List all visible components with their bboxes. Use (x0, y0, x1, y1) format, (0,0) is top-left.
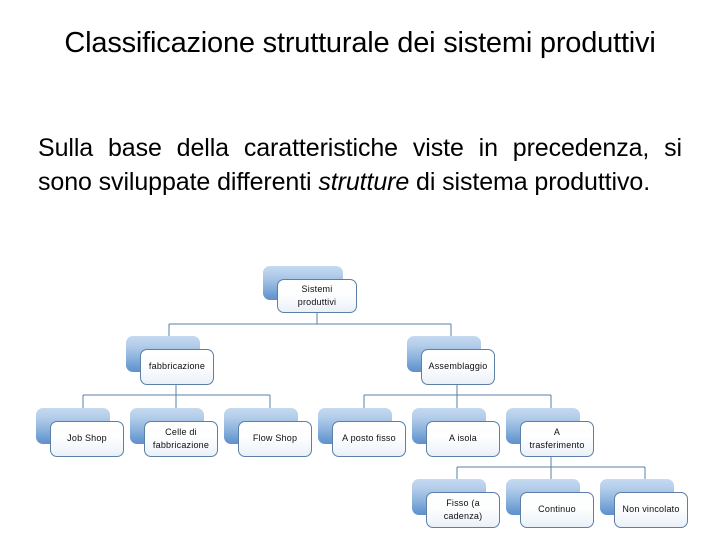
node-card: Assemblaggio (421, 349, 495, 385)
node-card: A posto fisso (332, 421, 406, 457)
node-a-posto-fisso[interactable]: A posto fisso (318, 408, 406, 457)
node-label: Sistemi produttivi (297, 283, 337, 307)
node-label: Flow Shop (252, 433, 298, 444)
node-card: Non vincolato (614, 492, 688, 528)
node-label: Celle di fabbricazione (152, 426, 210, 450)
node-card: A trasferimento (520, 421, 594, 457)
node-fabbricazione[interactable]: fabbricazione (126, 336, 214, 385)
node-label: Continuo (538, 504, 576, 515)
node-label: A trasferimento (529, 426, 585, 450)
node-a-isola[interactable]: A isola (412, 408, 500, 457)
node-label: Assemblaggio (428, 361, 488, 372)
node-sistemi-produttivi[interactable]: Sistemi produttivi (263, 266, 357, 313)
node-card: Sistemi produttivi (277, 279, 357, 313)
node-card: Fisso (a cadenza) (426, 492, 500, 528)
node-label: Non vincolato (622, 504, 680, 515)
node-card: Continuo (520, 492, 594, 528)
node-celle-di-fabbricazione[interactable]: Celle di fabbricazione (130, 408, 218, 457)
node-continuo[interactable]: Continuo (506, 479, 594, 528)
node-label: A posto fisso (342, 433, 396, 444)
org-chart-diagram: Sistemi produttivi fabbricazione Assembl… (0, 0, 720, 540)
node-assemblaggio[interactable]: Assemblaggio (407, 336, 495, 385)
node-flow-shop[interactable]: Flow Shop (224, 408, 312, 457)
node-card: A isola (426, 421, 500, 457)
node-card: Job Shop (50, 421, 124, 457)
node-label: fabbricazione (148, 361, 206, 372)
node-a-trasferimento[interactable]: A trasferimento (506, 408, 594, 457)
node-label: Fisso (a cadenza) (443, 497, 483, 521)
node-card: Celle di fabbricazione (144, 421, 218, 457)
node-job-shop[interactable]: Job Shop (36, 408, 124, 457)
connector-lines (82, 313, 646, 479)
node-label: A isola (449, 433, 477, 444)
node-card: Flow Shop (238, 421, 312, 457)
node-non-vincolato[interactable]: Non vincolato (600, 479, 688, 528)
node-fisso-a-cadenza[interactable]: Fisso (a cadenza) (412, 479, 500, 528)
node-label: Job Shop (67, 433, 107, 444)
node-card: fabbricazione (140, 349, 214, 385)
